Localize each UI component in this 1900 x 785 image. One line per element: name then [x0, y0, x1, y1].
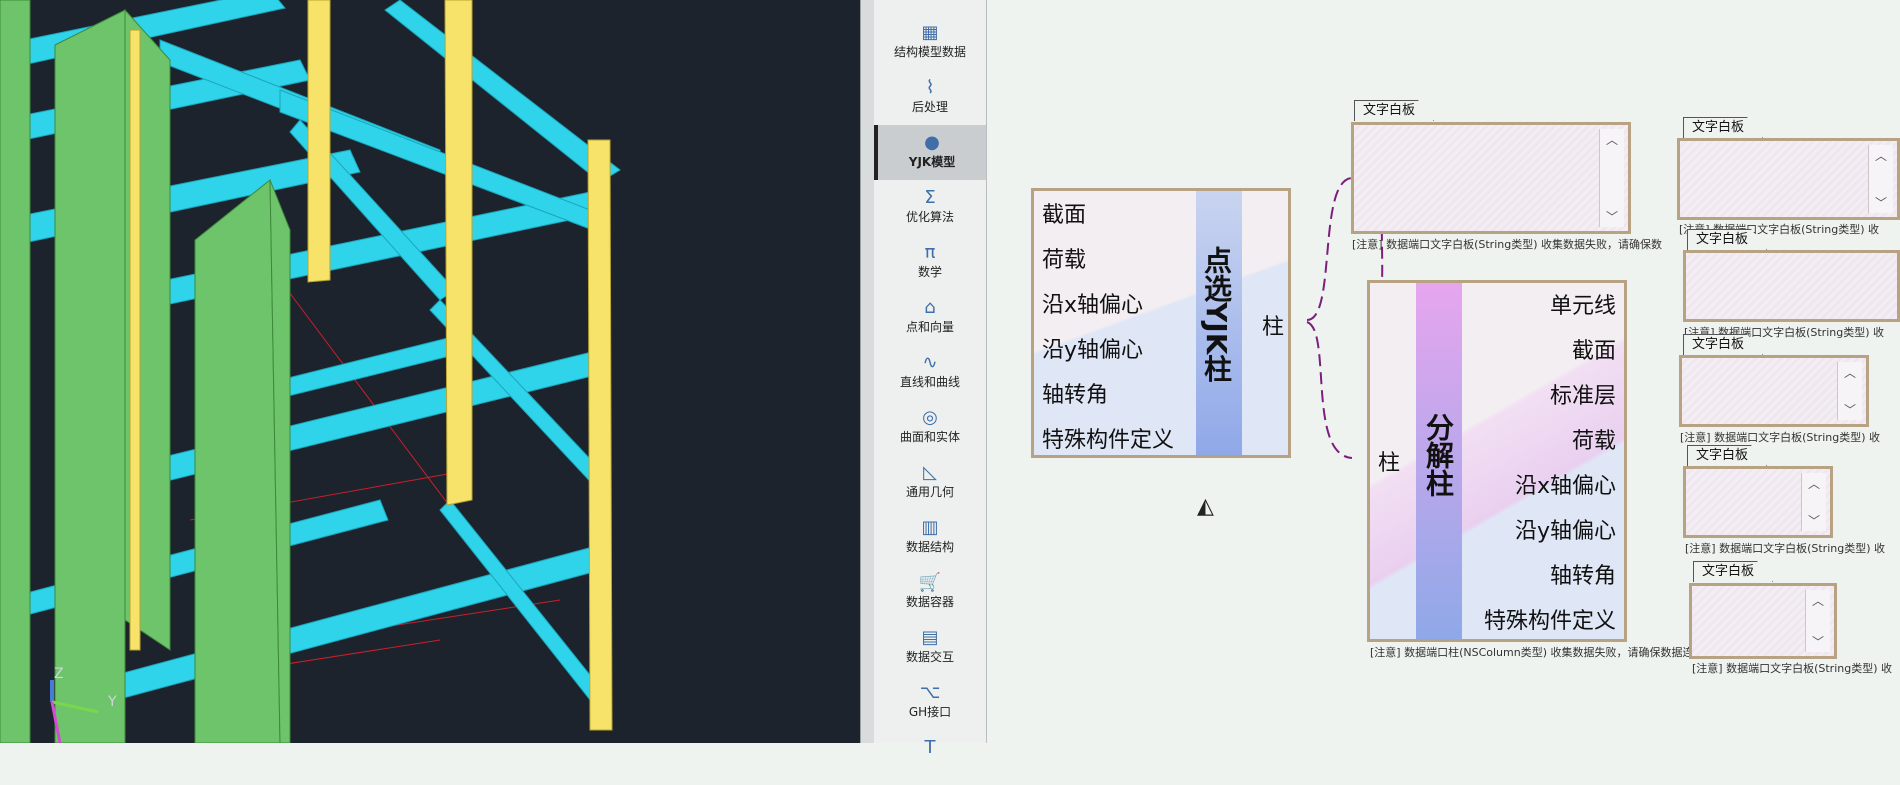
toolbar-item-label: 曲面和实体: [899, 430, 960, 444]
output-port-y-eccentricity[interactable]: 沿y轴偏心: [1515, 513, 1616, 545]
output-port-story[interactable]: 标准层: [1550, 378, 1616, 410]
text-panel[interactable]: ︿ ﹀: [1679, 355, 1869, 427]
axis-y-label: Y: [107, 694, 117, 710]
toolbar-item-4[interactable]: π 数学: [874, 235, 986, 290]
toolbar-item-label: 优化算法: [905, 210, 954, 224]
mouse-cursor-icon: ◭: [1197, 494, 1214, 519]
output-port-column[interactable]: 柱: [1262, 309, 1284, 341]
toolbar-item-0[interactable]: ▦ 结构模型数据: [874, 15, 986, 70]
output-port-load[interactable]: 荷载: [1572, 423, 1616, 455]
input-port-column[interactable]: 柱: [1378, 445, 1400, 477]
node-pick-yjk-column[interactable]: 截面 荷载 沿x轴偏心 沿y轴偏心 轴转角 特殊构件定义 点选YJK柱 柱: [1031, 188, 1291, 458]
scroll-up-icon[interactable]: ︿: [1838, 364, 1862, 381]
output-port-element-line[interactable]: 单元线: [1550, 288, 1616, 320]
panel-warning: [注意] 数据端口文字白板(String类型) 收: [1692, 662, 1892, 675]
toolbar-item-label: 点和向量: [905, 320, 954, 334]
scroll-up-icon[interactable]: ︿: [1806, 592, 1830, 609]
node-editor-canvas[interactable]: 截面 荷载 沿x轴偏心 沿y轴偏心 轴转角 特殊构件定义 点选YJK柱 柱 柱 …: [987, 0, 1900, 743]
panel-scrollbar[interactable]: ︿ ﹀: [1801, 473, 1826, 531]
toolbar-item-label: 通用几何: [905, 485, 954, 499]
toolbar-item-7[interactable]: ◎ 曲面和实体: [874, 400, 986, 455]
yjk-logo-icon: ●: [924, 132, 940, 153]
input-port-special-member[interactable]: 特殊构件定义: [1042, 422, 1174, 454]
toolbar-item-9[interactable]: ▥ 数据结构: [874, 510, 986, 565]
axis-z-label: Z: [54, 666, 64, 682]
output-port-special-member[interactable]: 特殊构件定义: [1484, 603, 1616, 635]
toolbar-item-label: 数据结构: [905, 540, 954, 554]
curve-icon: ∿: [922, 352, 938, 373]
toolbar-item-8[interactable]: ◺ 通用几何: [874, 455, 986, 510]
output-port-rotation[interactable]: 轴转角: [1550, 558, 1616, 590]
toolbar-item-label: GH接口: [908, 705, 952, 719]
text-panel[interactable]: ︿ ﹀: [1689, 583, 1837, 659]
text-panel[interactable]: ︿ ﹀: [1351, 122, 1631, 234]
input-port-rotation[interactable]: 轴转角: [1042, 377, 1108, 409]
panel-warning: [注意] 数据端口文字白板(String类型) 收集数据失败，请确保数: [1352, 238, 1662, 251]
panel-warning: [注意] 数据端口文字白板(String类型) 收: [1680, 431, 1880, 444]
scroll-up-icon[interactable]: ︿: [1600, 131, 1624, 148]
toolbar-item-label: 数据容器: [905, 595, 954, 609]
bar-chart-icon: ▥: [921, 517, 939, 538]
3d-model-viewport[interactable]: Z Y: [0, 0, 860, 743]
text-tool-icon: T: [924, 737, 936, 758]
input-port-x-eccentricity[interactable]: 沿x轴偏心: [1042, 287, 1143, 319]
toolbar-item-1[interactable]: ⌇ 后处理: [874, 70, 986, 125]
panel-scrollbar[interactable]: ︿ ﹀: [1599, 129, 1624, 227]
toolbar-item-3[interactable]: Σ 优化算法: [874, 180, 986, 235]
toolbar-item-12[interactable]: ⌥ GH接口: [874, 675, 986, 730]
output-port-x-eccentricity[interactable]: 沿x轴偏心: [1515, 468, 1616, 500]
panel-warning: [注意] 数据端口文字白板(String类型) 收: [1685, 542, 1885, 555]
node-title: 分解柱: [1422, 413, 1455, 497]
toolbar-item-5[interactable]: ⌂ 点和向量: [874, 290, 986, 345]
decompose-node-warning: [注意] 数据端口柱(NSColumn类型) 收集数据失败，请确保数据连接。: [1370, 646, 1716, 659]
panel-scrollbar[interactable]: ︿ ﹀: [1868, 145, 1893, 213]
point-vector-icon: ⌂: [924, 297, 936, 318]
node-decompose-column[interactable]: 柱 分解柱 单元线 截面 标准层 荷载 沿x轴偏心 沿y轴偏心 轴转角 特殊构件…: [1367, 280, 1627, 642]
cart-icon: 🛒: [918, 572, 942, 593]
toolbar-item-label: 结构模型数据: [893, 45, 966, 59]
text-panel[interactable]: [1683, 250, 1900, 322]
text-panel[interactable]: ︿ ﹀: [1677, 138, 1900, 220]
wire-to-decompose: [1306, 321, 1353, 459]
panel-scrollbar[interactable]: ︿ ﹀: [1805, 590, 1830, 652]
input-port-section[interactable]: 截面: [1042, 197, 1086, 229]
panel-scrollbar[interactable]: ︿ ﹀: [1837, 362, 1862, 420]
toolbar-item-label: 直线和曲线: [899, 375, 960, 389]
output-port-section[interactable]: 截面: [1572, 333, 1616, 365]
chart-icon: ⌇: [925, 77, 935, 98]
input-port-load[interactable]: 荷载: [1042, 242, 1086, 274]
input-port-y-eccentricity[interactable]: 沿y轴偏心: [1042, 332, 1143, 364]
scroll-down-icon[interactable]: ﹀: [1600, 208, 1624, 225]
scroll-down-icon[interactable]: ﹀: [1838, 401, 1862, 418]
structure-model-drawing: Z Y: [0, 0, 621, 743]
toolbar-item-6[interactable]: ∿ 直线和曲线: [874, 345, 986, 400]
toolbar-item-label: 后处理: [911, 100, 948, 114]
toolbar-item-13[interactable]: T: [874, 730, 986, 785]
scroll-up-icon[interactable]: ︿: [1802, 475, 1826, 492]
gh-icon: ⌥: [919, 682, 941, 703]
scroll-down-icon[interactable]: ﹀: [1802, 512, 1826, 529]
toolbar-item-11[interactable]: ▤ 数据交互: [874, 620, 986, 675]
scroll-down-icon[interactable]: ﹀: [1869, 194, 1893, 211]
toolbar-item-label: 数学: [917, 265, 942, 279]
component-category-toolbar: ▦ 结构模型数据 ⌇ 后处理 ● YJK模型 Σ 优化算法 π 数学 ⌂ 点和向量 ∿ 直线和曲线 ◎ 曲面和…: [874, 0, 987, 758]
toolbar-item-label: YJK模型: [908, 155, 956, 169]
scroll-up-icon[interactable]: ︿: [1869, 147, 1893, 164]
screen-icon: ▤: [921, 627, 939, 648]
toolbar-item-10[interactable]: 🛒 数据容器: [874, 565, 986, 620]
pi-icon: π: [924, 242, 936, 263]
text-panel[interactable]: ︿ ﹀: [1683, 466, 1833, 538]
triangle-ruler-icon: ◺: [923, 462, 937, 483]
grid-icon: ▦: [921, 22, 939, 43]
node-title: 点选YJK柱: [1200, 246, 1233, 383]
sigma-icon: Σ: [924, 187, 936, 208]
wire-to-panel-1: [1306, 177, 1353, 321]
toolbar-item-2[interactable]: ● YJK模型: [874, 125, 986, 180]
scroll-down-icon[interactable]: ﹀: [1806, 633, 1830, 650]
toolbar-item-label: 数据交互: [905, 650, 954, 664]
panel-splitter[interactable]: [860, 0, 875, 743]
surface-icon: ◎: [922, 407, 938, 428]
